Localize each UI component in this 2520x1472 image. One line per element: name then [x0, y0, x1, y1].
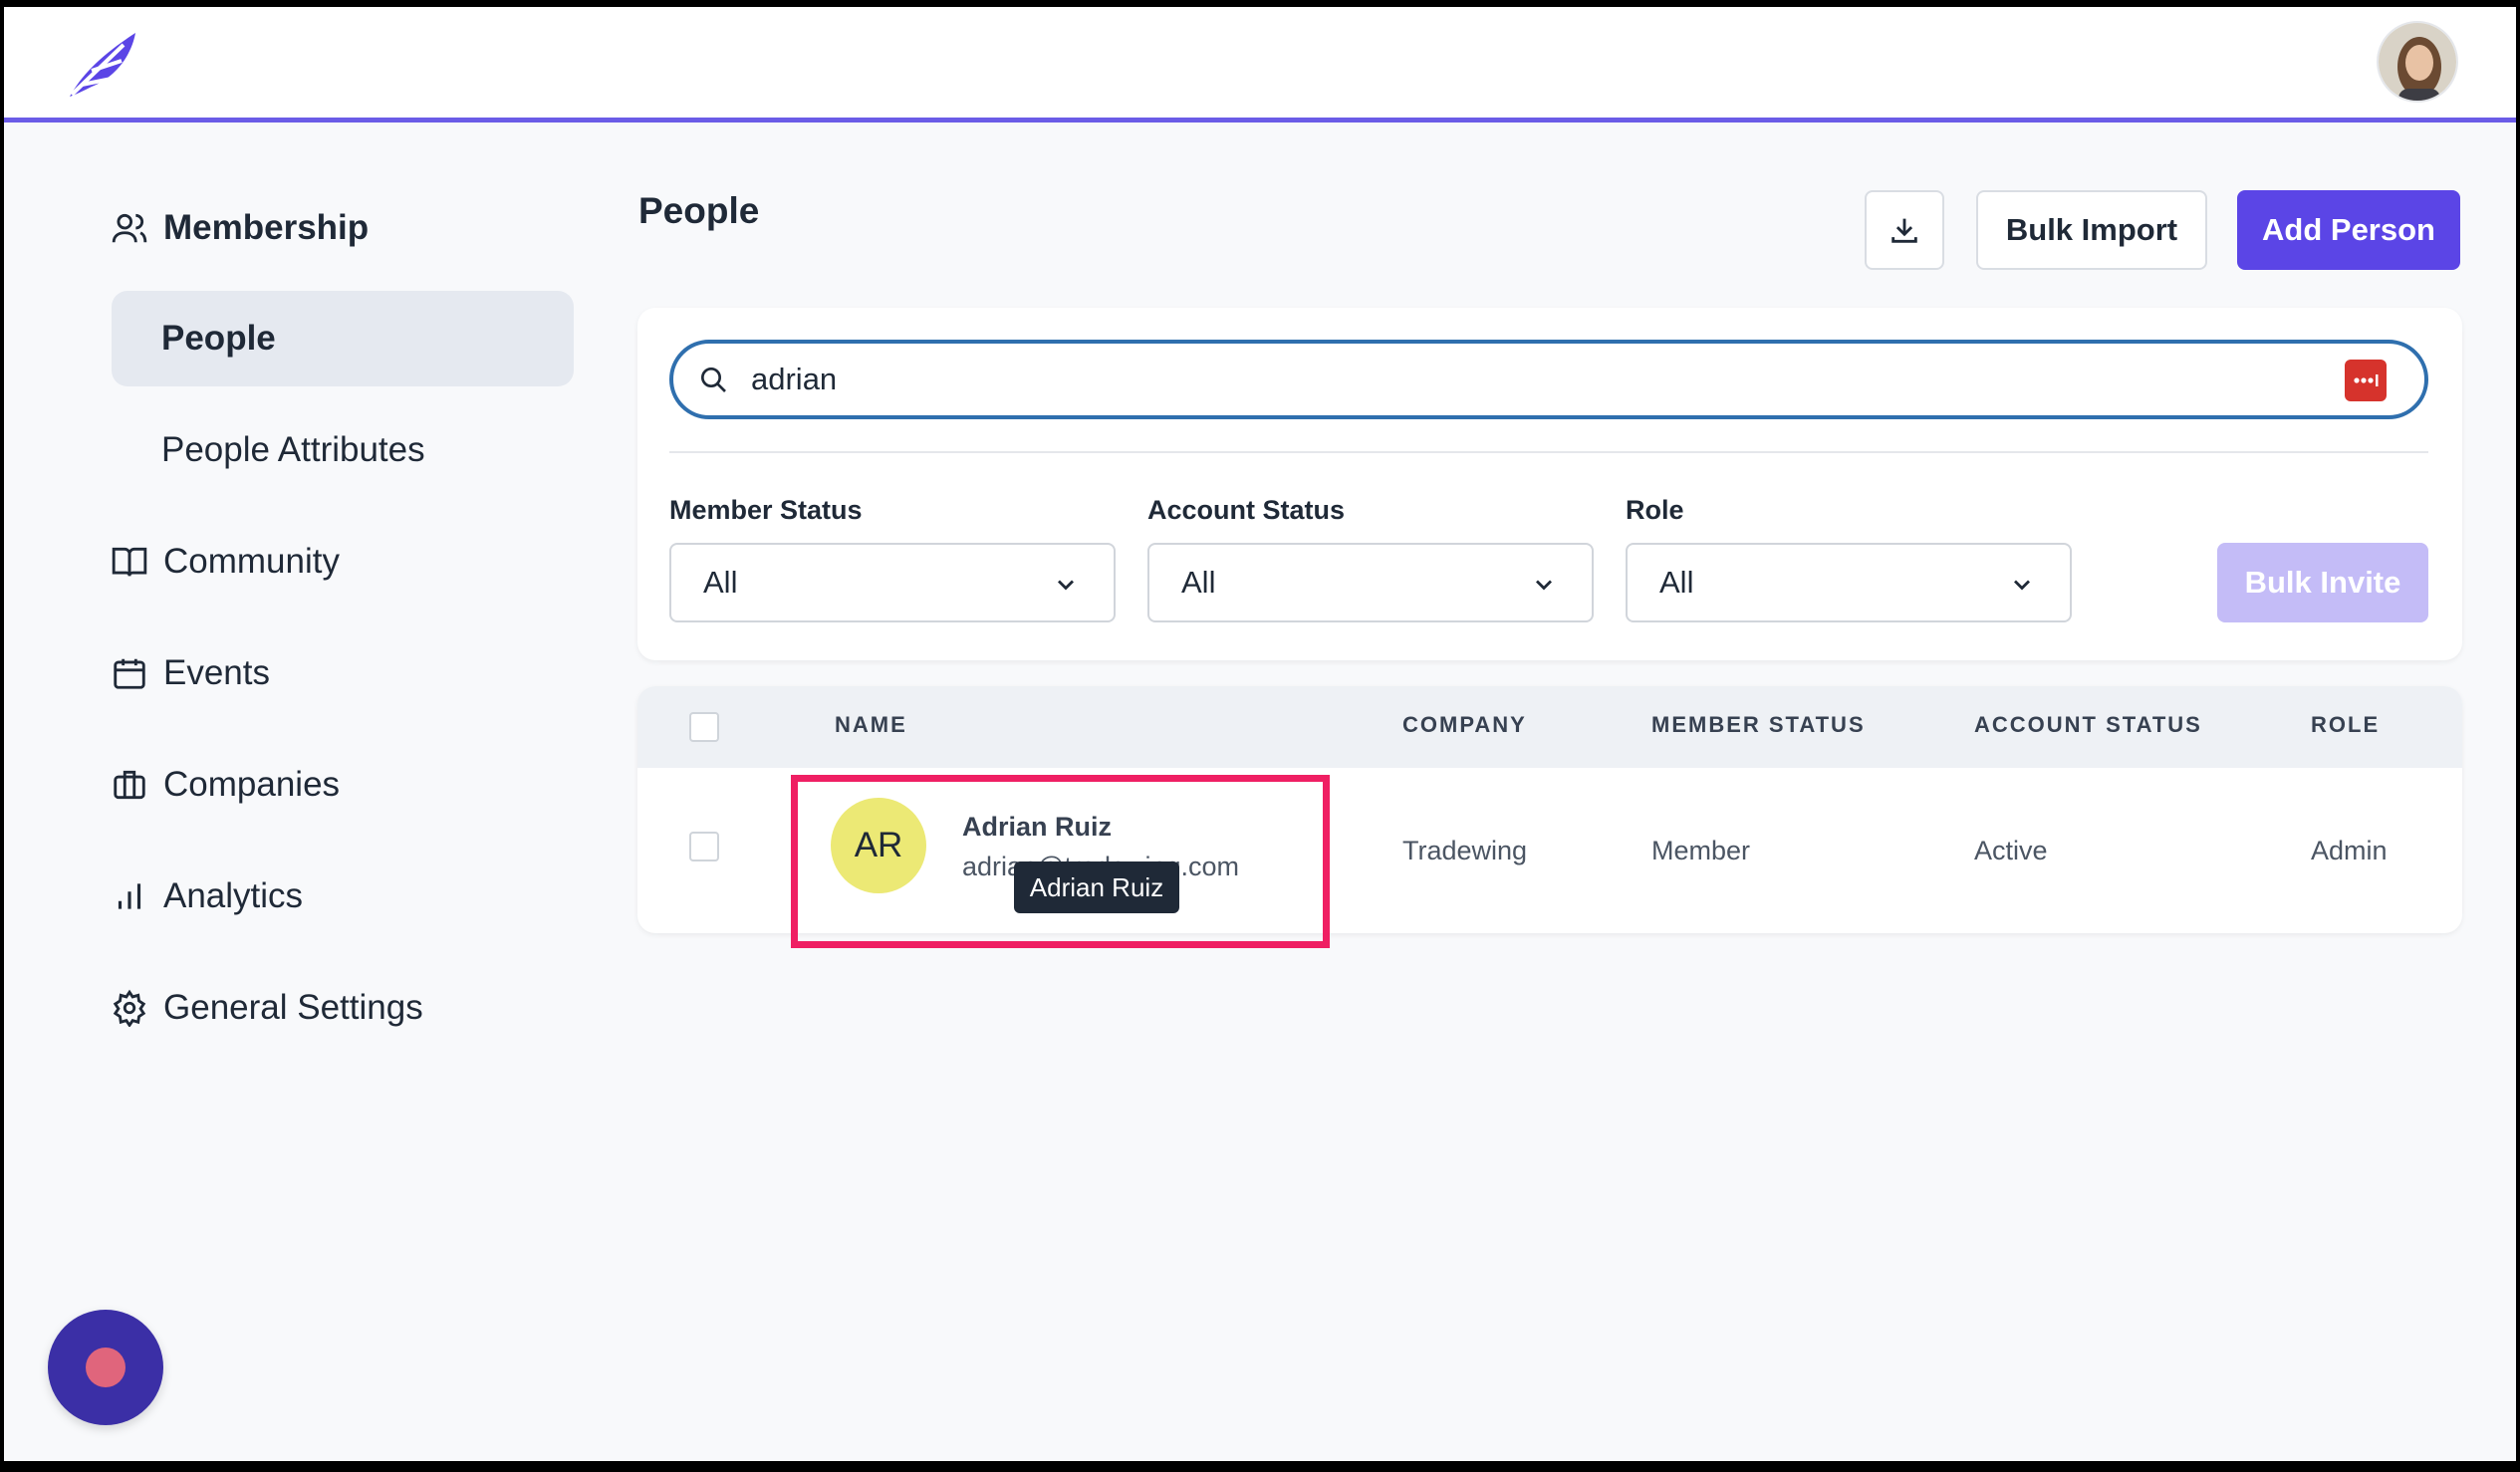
search-input[interactable]	[751, 362, 2305, 397]
row-checkbox[interactable]	[689, 832, 719, 861]
select-all-checkbox[interactable]	[689, 712, 719, 742]
role-select[interactable]: All	[1626, 543, 2072, 622]
highlight-box	[791, 775, 1330, 948]
nav-community[interactable]: Community	[110, 532, 340, 592]
nav-general-settings[interactable]: General Settings	[110, 978, 423, 1038]
page-title: People	[638, 190, 760, 231]
role-value: All	[1659, 565, 1694, 600]
bar-chart-icon	[110, 876, 149, 916]
chevron-down-icon	[2014, 580, 2030, 591]
add-person-button[interactable]: Add Person	[2237, 190, 2460, 270]
download-icon	[1891, 218, 1917, 243]
search-box[interactable]	[669, 340, 2428, 419]
role-label: Role	[1626, 495, 1684, 525]
calendar-icon	[110, 653, 149, 693]
chevron-down-icon	[1536, 580, 1552, 591]
nav-events[interactable]: Events	[110, 643, 270, 703]
briefcase-icon	[110, 765, 149, 805]
header-role[interactable]: ROLE	[2311, 712, 2380, 738]
search-icon	[693, 360, 733, 399]
nav-membership[interactable]: Membership	[110, 198, 369, 258]
header-company[interactable]: COMPANY	[1402, 712, 1527, 738]
top-bar	[4, 7, 2516, 123]
user-avatar[interactable]	[2377, 21, 2458, 103]
bulk-import-button[interactable]: Bulk Import	[1976, 190, 2207, 270]
header-account-status[interactable]: ACCOUNT STATUS	[1974, 712, 2202, 738]
account-status-label: Account Status	[1147, 495, 1346, 525]
chevron-down-icon	[1058, 580, 1074, 591]
header-member-status[interactable]: MEMBER STATUS	[1651, 712, 1866, 738]
password-manager-icon[interactable]	[2345, 360, 2387, 401]
nav-analytics[interactable]: Analytics	[110, 866, 303, 926]
account-status-value: All	[1181, 565, 1216, 600]
nav-companies-label: Companies	[163, 765, 341, 804]
app-logo[interactable]	[62, 25, 141, 105]
nav-general-settings-label: General Settings	[163, 988, 423, 1027]
nav-analytics-label: Analytics	[163, 876, 304, 915]
person-account-status: Active	[1974, 836, 2048, 865]
gear-icon	[110, 988, 149, 1028]
member-status-value: All	[703, 565, 738, 600]
member-status-label: Member Status	[669, 495, 863, 525]
member-status-select[interactable]: All	[669, 543, 1116, 622]
chat-launcher-button[interactable]	[48, 1310, 163, 1425]
nav-people[interactable]: People	[112, 291, 574, 386]
nav-community-label: Community	[163, 542, 340, 581]
filter-card: Member Status All Account Status All Rol…	[637, 308, 2462, 660]
nav-companies[interactable]: Companies	[110, 755, 340, 815]
bulk-invite-button[interactable]: Bulk Invite	[2217, 543, 2428, 622]
account-status-select[interactable]: All	[1147, 543, 1594, 622]
person-role: Admin	[2311, 836, 2388, 865]
sidebar: Membership People People Attributes Comm…	[4, 123, 602, 1417]
person-company: Tradewing	[1402, 836, 1528, 865]
header-name[interactable]: NAME	[835, 712, 907, 738]
nav-people-attributes[interactable]: People Attributes	[112, 402, 574, 498]
divider	[669, 451, 2428, 453]
people-icon	[110, 208, 149, 248]
nav-people-label: People	[161, 319, 276, 358]
nav-membership-label: Membership	[163, 208, 370, 247]
nav-people-attributes-label: People Attributes	[161, 430, 425, 469]
export-button[interactable]	[1865, 190, 1944, 270]
nav-events-label: Events	[163, 653, 270, 692]
book-icon	[110, 542, 149, 582]
chat-dot-icon	[86, 1348, 126, 1387]
app-window: Membership People People Attributes Comm…	[4, 7, 2516, 1461]
table-header: NAME COMPANY MEMBER STATUS ACCOUNT STATU…	[637, 686, 2462, 768]
person-member-status: Member	[1651, 836, 1751, 865]
